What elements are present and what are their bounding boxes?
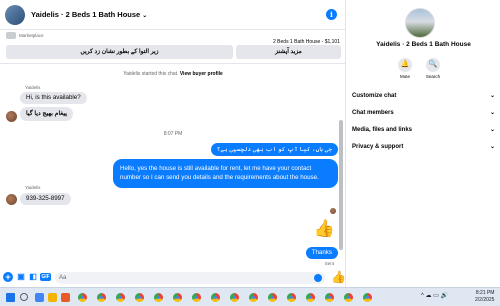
chat-header: Yaidelis · 2 Beds 1 Bath House ⌄ i [0,0,346,30]
mute-action[interactable]: 🔔 Mute [393,58,417,79]
info-icon[interactable]: i [326,9,337,20]
system-tray[interactable]: ^ ☁ ▭ 🔊 [421,292,448,299]
time-divider: 8:07 PM [163,131,183,137]
mute-label: Mute [399,74,410,79]
mark-pending-button[interactable]: زیر التوا کے بطور نشان زد کریں [6,45,233,59]
system-message-text: Yaidelis started this chat. [123,71,179,77]
sticker-icon[interactable]: ◧ [28,272,38,282]
file-explorer-icon[interactable] [48,293,57,302]
office-app-icon[interactable] [61,293,70,302]
chrome-icon[interactable] [97,293,106,302]
media-files-links-row[interactable]: Media, files and links ⌄ [352,124,495,136]
privacy-support-row[interactable]: Privacy & support ⌄ [352,141,495,153]
thumbs-up-icon: 👍 [313,219,335,238]
avatar[interactable] [6,194,17,205]
chrome-icon[interactable] [230,293,239,302]
message-outgoing: جی ہاں، کیا آپ کو اب بھی دلچسپی ہے؟ [210,143,338,156]
clock[interactable]: 8:21 PM 2/2/2025 [475,290,494,304]
search-icon[interactable] [20,293,28,301]
system-message: Yaidelis started this chat. View buyer p… [0,71,346,77]
listing-photo[interactable] [405,8,435,38]
plus-icon[interactable]: + [3,272,13,282]
chrome-icon[interactable] [173,293,182,302]
row-label: Privacy & support [352,144,404,150]
search-label: Search [425,74,441,79]
chrome-icon[interactable] [135,293,144,302]
message-incoming: پیغام بھیج دیا گیا [20,107,73,121]
message-list: Yaidelis started this chat. View buyer p… [0,65,346,270]
taskbar: ^ ☁ ▭ 🔊 8:21 PM 2/2/2025 [0,287,500,306]
scrollbar[interactable] [339,120,343,250]
chrome-icon[interactable] [268,293,277,302]
gif-icon[interactable]: GIF [40,273,51,281]
chrome-icon[interactable] [116,293,125,302]
search-icon: 🔍 [426,58,440,72]
more-options-button[interactable]: مزید آپشنز [236,45,341,59]
seen-avatar [330,208,336,214]
marketplace-label: Marketplace [19,33,44,38]
listing-banner: Marketplace 2 Beds 1 Bath House - $1,101… [0,30,346,64]
sent-status: Sent [324,261,334,266]
chrome-icon[interactable] [363,293,372,302]
listing-avatar[interactable] [5,5,25,25]
avatar[interactable] [6,111,17,122]
composer: + ▣ ◧ GIF Aa 👍 [0,269,346,287]
chrome-icon[interactable] [344,293,353,302]
message-input[interactable]: Aa [55,272,325,284]
clock-time: 8:21 PM [475,290,495,296]
chevron-down-icon: ⌄ [489,144,495,150]
view-buyer-profile-link[interactable]: View buyer profile [180,71,223,77]
message-incoming: 939-325-8997 [20,193,71,205]
panel-title: Yaidelis · 2 Beds 1 Bath House [376,41,471,48]
chevron-down-icon: ⌄ [489,110,495,116]
sender-name: Yaidelis [25,85,41,90]
image-icon[interactable]: ▣ [16,272,26,282]
chat-details-panel: Yaidelis · 2 Beds 1 Bath House 🔔 Mute 🔍 … [347,0,500,287]
customize-chat-row[interactable]: Customize chat ⌄ [352,90,495,102]
chrome-icon[interactable] [78,293,87,302]
bell-icon: 🔔 [398,58,412,72]
chrome-icon[interactable] [306,293,315,302]
search-action[interactable]: 🔍 Search [421,58,445,79]
chevron-down-icon: ⌄ [489,127,495,133]
marketplace-icon [6,32,16,39]
message-outgoing: Thanks [305,247,338,259]
message-incoming: Hi, is this available? [20,92,87,104]
chrome-icon[interactable] [249,293,258,302]
chrome-icon[interactable] [211,293,220,302]
sender-name: Yaidelis [25,185,41,190]
chat-members-row[interactable]: Chat members ⌄ [352,107,495,119]
chrome-icon[interactable] [287,293,296,302]
clock-date: 2/2/2025 [475,297,495,303]
task-view-icon[interactable] [35,293,44,302]
windows-start-icon[interactable] [6,293,15,302]
row-label: Customize chat [352,93,397,99]
emoji-icon[interactable] [314,274,322,282]
chrome-icon[interactable] [325,293,334,302]
like-button[interactable]: 👍 [331,270,346,284]
chevron-down-icon: ⌄ [489,93,495,99]
chat-title[interactable]: Yaidelis · 2 Beds 1 Bath House ⌄ [31,10,147,19]
message-outgoing: Hello, yes the house is still available … [113,159,338,188]
chrome-icon[interactable] [154,293,163,302]
row-label: Media, files and links [352,127,413,133]
chat-pane: Yaidelis · 2 Beds 1 Bath House ⌄ i Market… [0,0,346,287]
chrome-icon[interactable] [192,293,201,302]
chat-title-text: Yaidelis · 2 Beds 1 Bath House [31,10,141,19]
row-label: Chat members [352,110,394,116]
chevron-down-icon: ⌄ [142,13,148,19]
